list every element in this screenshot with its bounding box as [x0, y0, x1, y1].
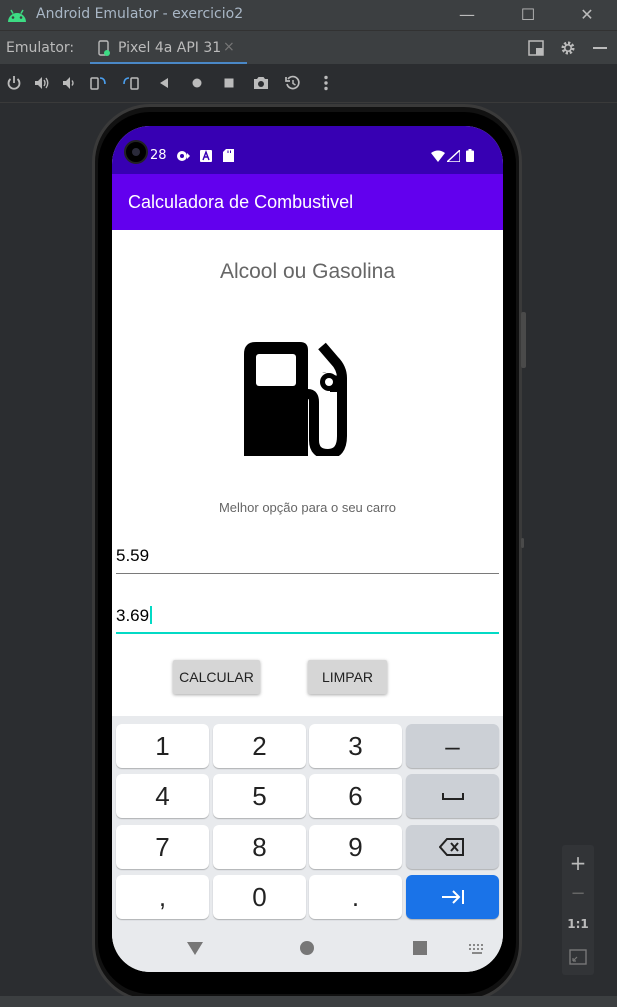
tab-pixel-4a[interactable]: Pixel 4a API 31 × — [90, 31, 247, 65]
device-power-button[interactable] — [521, 312, 526, 368]
power-icon[interactable] — [5, 74, 23, 92]
space-icon — [442, 793, 464, 800]
key-comma[interactable]: , — [116, 875, 209, 919]
device-icon — [98, 40, 110, 56]
key-next[interactable] — [406, 875, 499, 919]
rotate-left-icon[interactable] — [89, 74, 107, 92]
tab-next-icon — [442, 890, 464, 904]
phone-screen: 28 Calculadora de Combustivel Alcool ou … — [112, 126, 503, 972]
tab-close-icon[interactable]: × — [223, 39, 235, 55]
title-bar: Android Emulator - exercicio2 — ☐ ✕ — [0, 0, 617, 30]
key-7[interactable]: 7 — [116, 825, 209, 869]
key-minus[interactable]: – — [406, 724, 499, 768]
volume-up-icon[interactable] — [33, 74, 51, 92]
input-underline-focused — [116, 632, 499, 634]
calcular-button[interactable]: CALCULAR — [173, 660, 260, 694]
close-button[interactable]: ✕ — [573, 2, 601, 28]
minimize-button[interactable]: — — [453, 2, 481, 28]
overview-icon[interactable] — [220, 74, 238, 92]
zoom-fit-icon[interactable] — [569, 949, 587, 965]
key-5[interactable]: 5 — [213, 774, 306, 818]
nav-back-icon[interactable] — [186, 940, 204, 956]
key-2[interactable]: 2 — [213, 724, 306, 768]
wifi-icon — [431, 150, 445, 162]
key-1[interactable]: 1 — [116, 724, 209, 768]
key-backspace[interactable] — [406, 825, 499, 869]
status-bar: 28 — [112, 126, 503, 174]
numeric-keyboard: 1 2 3 – 4 5 6 7 8 9 , 0 . — [112, 716, 503, 972]
key-0[interactable]: 0 — [213, 875, 306, 919]
layout-icon[interactable] — [527, 39, 545, 57]
hide-panel-icon[interactable] — [591, 39, 609, 57]
emulator-label: Emulator: — [6, 40, 75, 56]
gasolina-price-input[interactable]: 3.69 — [116, 598, 499, 634]
nav-overview-icon[interactable] — [413, 941, 427, 955]
home-icon[interactable] — [188, 74, 206, 92]
key-6[interactable]: 6 — [309, 774, 402, 818]
zoom-actual-size-button[interactable]: 1:1 — [562, 917, 594, 931]
volume-down-icon[interactable] — [60, 74, 78, 92]
gear-icon[interactable] — [559, 39, 577, 57]
emulator-toolbar — [0, 64, 617, 103]
sd-card-icon — [223, 149, 234, 162]
emulator-tab-row: Emulator: Pixel 4a API 31 × — [0, 30, 617, 65]
key-8[interactable]: 8 — [213, 825, 306, 869]
subtitle: Melhor opção para o seu carro — [218, 500, 397, 515]
status-time: 28 — [150, 148, 167, 163]
rotate-right-icon[interactable] — [122, 74, 140, 92]
key-4[interactable]: 4 — [116, 774, 209, 818]
input-underline — [116, 573, 499, 574]
ide-status-bar — [0, 996, 617, 1007]
alcool-price-input[interactable]: 5.59 — [116, 538, 499, 574]
nav-home-icon[interactable] — [300, 941, 314, 955]
snapshot-icon[interactable] — [284, 74, 302, 92]
text-cursor — [150, 606, 153, 624]
device-side-marker — [521, 538, 524, 548]
gasolina-price-value: 3.69 — [116, 606, 150, 625]
camera-icon[interactable] — [252, 74, 270, 92]
zoom-panel: + − 1:1 — [562, 845, 594, 975]
maximize-button[interactable]: ☐ — [514, 2, 542, 28]
key-space[interactable] — [406, 774, 499, 818]
gasolina-price-wrapper: 3.69 — [116, 606, 153, 626]
backspace-icon — [439, 838, 464, 856]
more-icon[interactable] — [317, 74, 335, 92]
page-title: Alcool ou Gasolina — [219, 260, 396, 283]
window-title: Android Emulator - exercicio2 — [36, 6, 244, 22]
key-9[interactable]: 9 — [309, 825, 402, 869]
alcool-price-value: 5.59 — [116, 546, 150, 565]
tab-label: Pixel 4a API 31 — [118, 40, 222, 56]
key-dot[interactable]: . — [309, 875, 402, 919]
battery-icon — [466, 149, 474, 162]
zoom-in-button[interactable]: + — [562, 851, 594, 875]
zoom-out-button[interactable]: − — [562, 883, 594, 904]
app-title: Calculadora de Combustivel — [128, 192, 354, 212]
key-3[interactable]: 3 — [309, 724, 402, 768]
keyboard-switch-icon[interactable] — [469, 944, 485, 954]
navigation-bar — [112, 926, 503, 972]
gas-pump-icon — [244, 342, 347, 456]
app-bar: Calculadora de Combustivel — [112, 174, 503, 230]
android-logo-icon — [8, 9, 26, 22]
limpar-button[interactable]: LIMPAR — [308, 660, 387, 694]
notification-icon — [177, 151, 190, 161]
front-camera — [124, 140, 148, 164]
back-icon[interactable] — [155, 74, 173, 92]
signal-icon — [447, 150, 460, 162]
app-notification-icon — [200, 150, 212, 162]
